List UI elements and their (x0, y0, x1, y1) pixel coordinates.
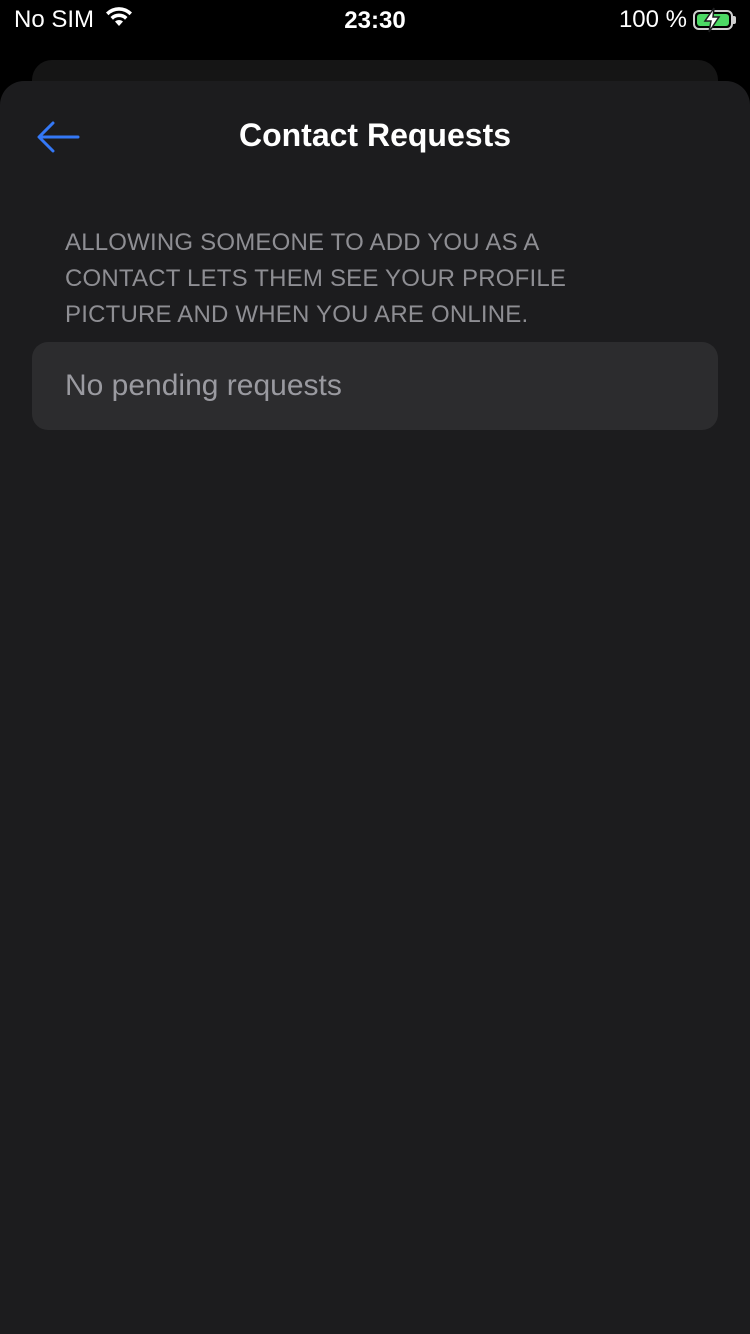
bolt-icon (703, 7, 721, 33)
contact-requests-sheet: Contact Requests ALLOWING SOMEONE TO ADD… (0, 81, 750, 1334)
empty-requests-label: No pending requests (65, 369, 342, 402)
status-bar: No SIM 23:30 100 % (0, 0, 750, 40)
empty-requests-cell: No pending requests (32, 342, 718, 430)
section-header: ALLOWING SOMEONE TO ADD YOU AS A CONTACT… (65, 229, 567, 328)
battery-tip (733, 16, 736, 24)
navigation-bar: Contact Requests (0, 81, 750, 191)
page-title: Contact Requests (238, 117, 512, 153)
battery-charging-icon (693, 7, 736, 33)
status-time: 23:30 (344, 7, 406, 34)
